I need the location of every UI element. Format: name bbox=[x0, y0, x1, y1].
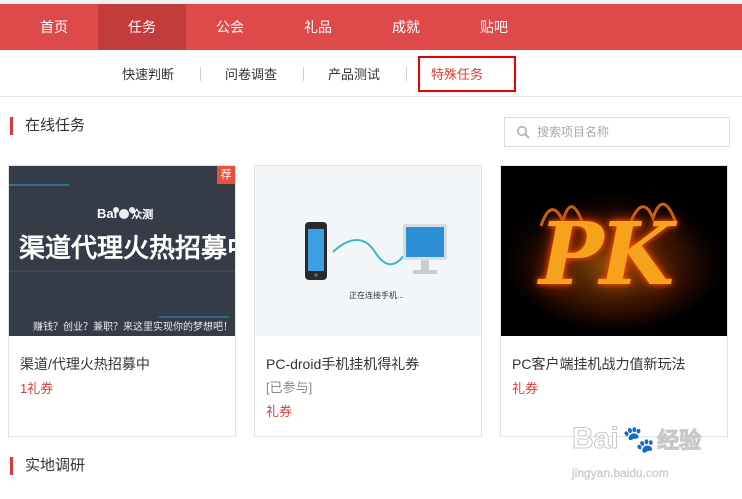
task-card-pc-droid[interactable]: 正在连接手机... PC-droid手机挂机得礼券 [已参与] 礼券 bbox=[254, 165, 482, 437]
nav-item-gifts[interactable]: 礼品 bbox=[274, 4, 362, 50]
nav-item-guild[interactable]: 公会 bbox=[186, 4, 274, 50]
sub-nav-quick-judge[interactable]: 快速判断 bbox=[122, 66, 174, 84]
sub-nav-survey[interactable]: 问卷调查 bbox=[225, 66, 277, 84]
search-input[interactable] bbox=[537, 122, 722, 142]
sub-nav-product-test[interactable]: 产品测试 bbox=[328, 66, 380, 84]
watermark-logo: Bai 🐾经验 bbox=[572, 422, 702, 456]
nav-item-tieba[interactable]: 贴吧 bbox=[450, 4, 538, 50]
sub-nav: 快速判断 问卷调查 产品测试 特殊任务 bbox=[0, 50, 742, 97]
sub-nav-divider bbox=[303, 67, 304, 81]
search-box bbox=[504, 117, 730, 147]
nav-item-tasks[interactable]: 任务 bbox=[98, 4, 186, 50]
recommend-badge: 荐 bbox=[217, 166, 235, 184]
participated-status: [已参与] bbox=[266, 380, 313, 395]
card-title[interactable]: PC客户端挂机战力值新玩法 bbox=[512, 354, 685, 374]
card-image-headline: 渠道代理火热招募中 bbox=[19, 233, 235, 263]
card-thumbnail[interactable]: Bai 众测 渠道代理火热招募中 赚钱？创业？兼职？来这里实现你的梦想吧！ bbox=[9, 166, 235, 336]
task-card-channel-agent[interactable]: Bai 众测 渠道代理火热招募中 赚钱？创业？兼职？来这里实现你的梦想吧！ 荐 渠… bbox=[8, 165, 236, 437]
sub-nav-special-tasks[interactable]: 特殊任务 bbox=[431, 66, 483, 84]
sub-nav-divider bbox=[406, 67, 407, 81]
card-thumbnail[interactable]: PK bbox=[501, 166, 727, 336]
top-nav: 首页 任务 公会 礼品 成就 贴吧 bbox=[0, 0, 742, 50]
baidu-jingyan-watermark: Bai 🐾经验 jingyan.baidu.com bbox=[566, 420, 742, 490]
card-image-brand: Bai 众测 bbox=[97, 206, 154, 221]
connecting-caption: 正在连接手机... bbox=[349, 291, 404, 300]
watermark-url: jingyan.baidu.com bbox=[572, 466, 669, 480]
card-reward: 礼券 bbox=[266, 404, 293, 419]
card-title[interactable]: PC-droid手机挂机得礼券 bbox=[266, 354, 419, 374]
task-card-pc-client[interactable]: PK PC客户端挂机战力值新玩法 礼券 bbox=[500, 165, 728, 437]
search-icon[interactable] bbox=[516, 125, 530, 139]
pk-text: PK bbox=[539, 204, 674, 305]
card-reward: 1礼券 bbox=[20, 381, 54, 396]
card-image-slogan: 赚钱？创业？兼职？来这里实现你的梦想吧！ bbox=[33, 322, 233, 333]
nav-item-achievements[interactable]: 成就 bbox=[362, 4, 450, 50]
card-reward: 礼券 bbox=[512, 381, 539, 396]
card-title[interactable]: 渠道/代理火热招募中 bbox=[20, 354, 150, 374]
sub-nav-divider bbox=[200, 67, 201, 81]
nav-item-home[interactable]: 首页 bbox=[10, 4, 98, 50]
section-title-online-tasks: 在线任务 bbox=[10, 117, 85, 135]
phone-to-pc-graphic bbox=[305, 222, 447, 280]
card-thumbnail[interactable]: 正在连接手机... bbox=[255, 166, 481, 336]
section-title-field-research: 实地调研 bbox=[10, 457, 85, 475]
